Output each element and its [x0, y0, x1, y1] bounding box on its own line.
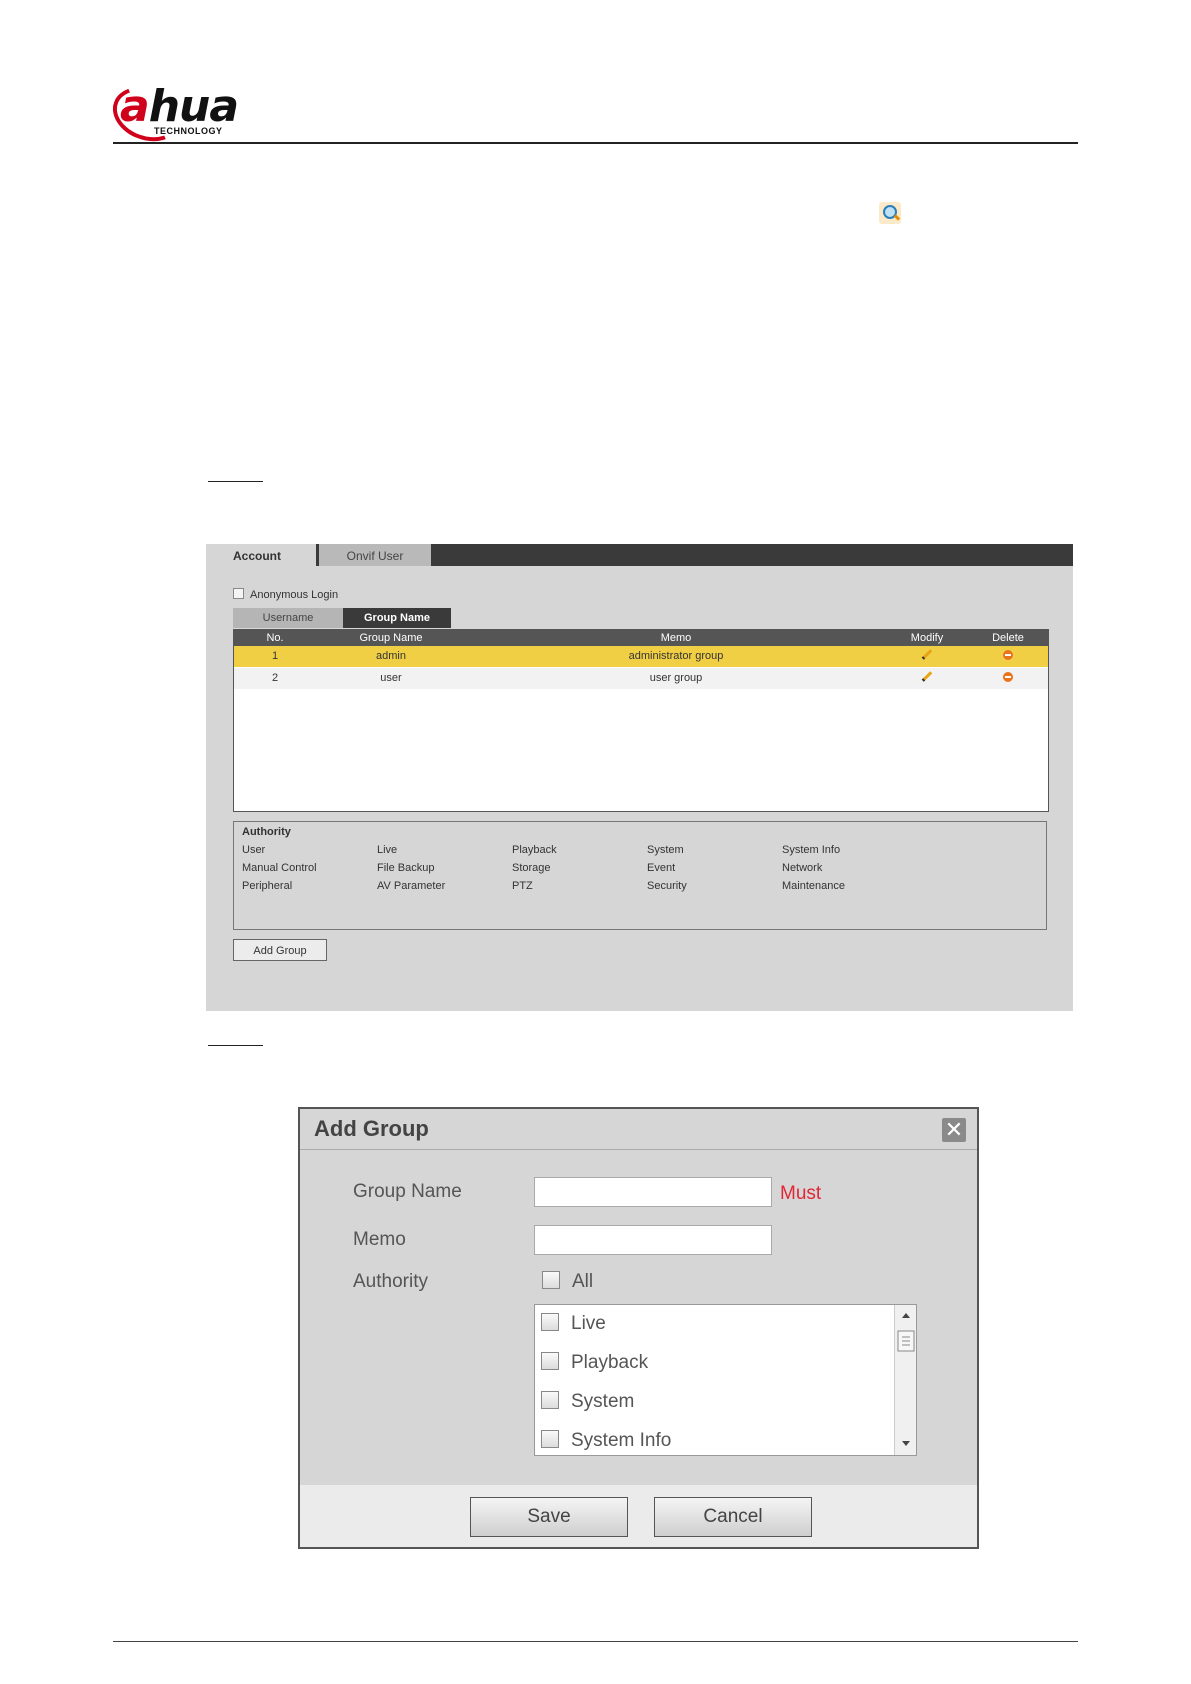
authority-item: Network [782, 862, 823, 874]
list-item[interactable]: System [541, 1391, 634, 1413]
authority-item: Peripheral [242, 880, 293, 892]
list-item-label: Live [571, 1313, 606, 1334]
delete-icon[interactable] [968, 668, 1048, 689]
list-item[interactable]: System Info [541, 1430, 671, 1452]
group-name-input[interactable] [534, 1177, 772, 1207]
authority-item: File Backup [377, 862, 435, 874]
authority-item: Event [647, 862, 676, 874]
authority-item: User [242, 844, 266, 856]
authority-panel: Authority User Live Playback System Syst… [233, 821, 1047, 930]
dialog-footer [300, 1485, 977, 1547]
table-row[interactable]: 1 admin administrator group [234, 646, 1048, 667]
authority-item: Playback [512, 844, 557, 856]
authority-item: Maintenance [782, 880, 845, 892]
scroll-up-icon [902, 1313, 910, 1318]
authority-title: Authority [242, 826, 291, 838]
required-indicator: Must [780, 1183, 822, 1204]
table-header: No. Group Name Memo Modify Delete [234, 630, 1048, 646]
checkbox[interactable] [541, 1352, 559, 1370]
step-underline [208, 481, 263, 482]
group-name-label: Group Name [353, 1181, 462, 1202]
authority-item: Manual Control [242, 862, 317, 874]
modify-icon[interactable] [886, 668, 968, 689]
close-icon[interactable]: ✕ [942, 1118, 966, 1142]
authority-list[interactable]: Live Playback System System Info [534, 1304, 917, 1456]
col-no: No. [266, 632, 284, 644]
checkbox[interactable] [541, 1313, 559, 1331]
footer-divider [113, 1641, 1078, 1642]
dahua-logo: ahua TECHNOLOGY [105, 77, 272, 151]
all-checkbox[interactable] [542, 1271, 560, 1289]
anonymous-login-checkbox[interactable] [233, 588, 244, 599]
anonymous-login-label: Anonymous Login [250, 589, 339, 601]
memo-input[interactable] [534, 1225, 772, 1255]
list-item-label: Playback [571, 1352, 649, 1373]
subtab-username[interactable]: Username [233, 608, 343, 628]
logo-wordmark: ahua [120, 81, 239, 132]
tab-onvif-user[interactable]: Onvif User [319, 544, 431, 566]
authority-all-option[interactable]: All [542, 1271, 593, 1293]
all-label: All [572, 1271, 594, 1292]
list-item-label: System Info [571, 1430, 672, 1451]
save-button[interactable]: Save [470, 1497, 628, 1537]
table-row[interactable]: 2 user user group [234, 668, 1048, 689]
row-memo: user group [649, 672, 703, 684]
subtab-group-name[interactable]: Group Name [343, 608, 451, 628]
col-group-name: Group Name [359, 632, 423, 644]
account-screen: Account Onvif User Anonymous Login Usern… [206, 544, 1073, 1011]
header-divider [113, 142, 1078, 144]
row-no: 2 [271, 672, 279, 684]
add-group-dialog: Add Group ✕ Group Name Must Memo Authori… [298, 1107, 979, 1549]
list-item[interactable]: Playback [541, 1352, 648, 1374]
checkbox[interactable] [541, 1430, 559, 1448]
authority-item: Storage [512, 862, 551, 874]
logo-subtitle: TECHNOLOGY [154, 126, 223, 136]
magnifier-icon [879, 202, 901, 224]
dialog-title: Add Group [314, 1116, 429, 1141]
cancel-button[interactable]: Cancel [654, 1497, 812, 1537]
authority-item: AV Parameter [377, 880, 446, 892]
authority-item: PTZ [512, 880, 533, 892]
list-scrollbar[interactable] [894, 1305, 916, 1455]
authority-label: Authority [353, 1271, 428, 1292]
list-item[interactable]: Live [541, 1313, 606, 1335]
scroll-down-icon [902, 1441, 910, 1446]
add-group-button[interactable]: Add Group [233, 939, 327, 961]
col-memo: Memo [660, 632, 692, 644]
authority-item: Security [647, 880, 687, 892]
authority-item: System Info [782, 844, 841, 856]
tab-account[interactable]: Account [206, 544, 316, 566]
step-underline [208, 1045, 263, 1046]
col-modify: Modify [910, 632, 944, 644]
scrollbar-graphic [897, 1313, 915, 1446]
modify-icon[interactable] [886, 646, 968, 667]
authority-item: Live [377, 844, 398, 856]
row-memo: administrator group [628, 650, 724, 662]
anonymous-login-option[interactable]: Anonymous Login [233, 588, 338, 601]
row-no: 1 [271, 650, 279, 662]
row-group-name: admin [376, 650, 406, 662]
group-table: No. Group Name Memo Modify Delete 1 admi… [233, 629, 1049, 812]
row-group-name: user [380, 672, 402, 684]
delete-icon[interactable] [968, 646, 1048, 667]
checkbox[interactable] [541, 1391, 559, 1409]
authority-item: System [647, 844, 684, 856]
col-delete: Delete [992, 632, 1024, 644]
list-item-label: System [571, 1391, 635, 1412]
memo-label: Memo [353, 1229, 406, 1250]
